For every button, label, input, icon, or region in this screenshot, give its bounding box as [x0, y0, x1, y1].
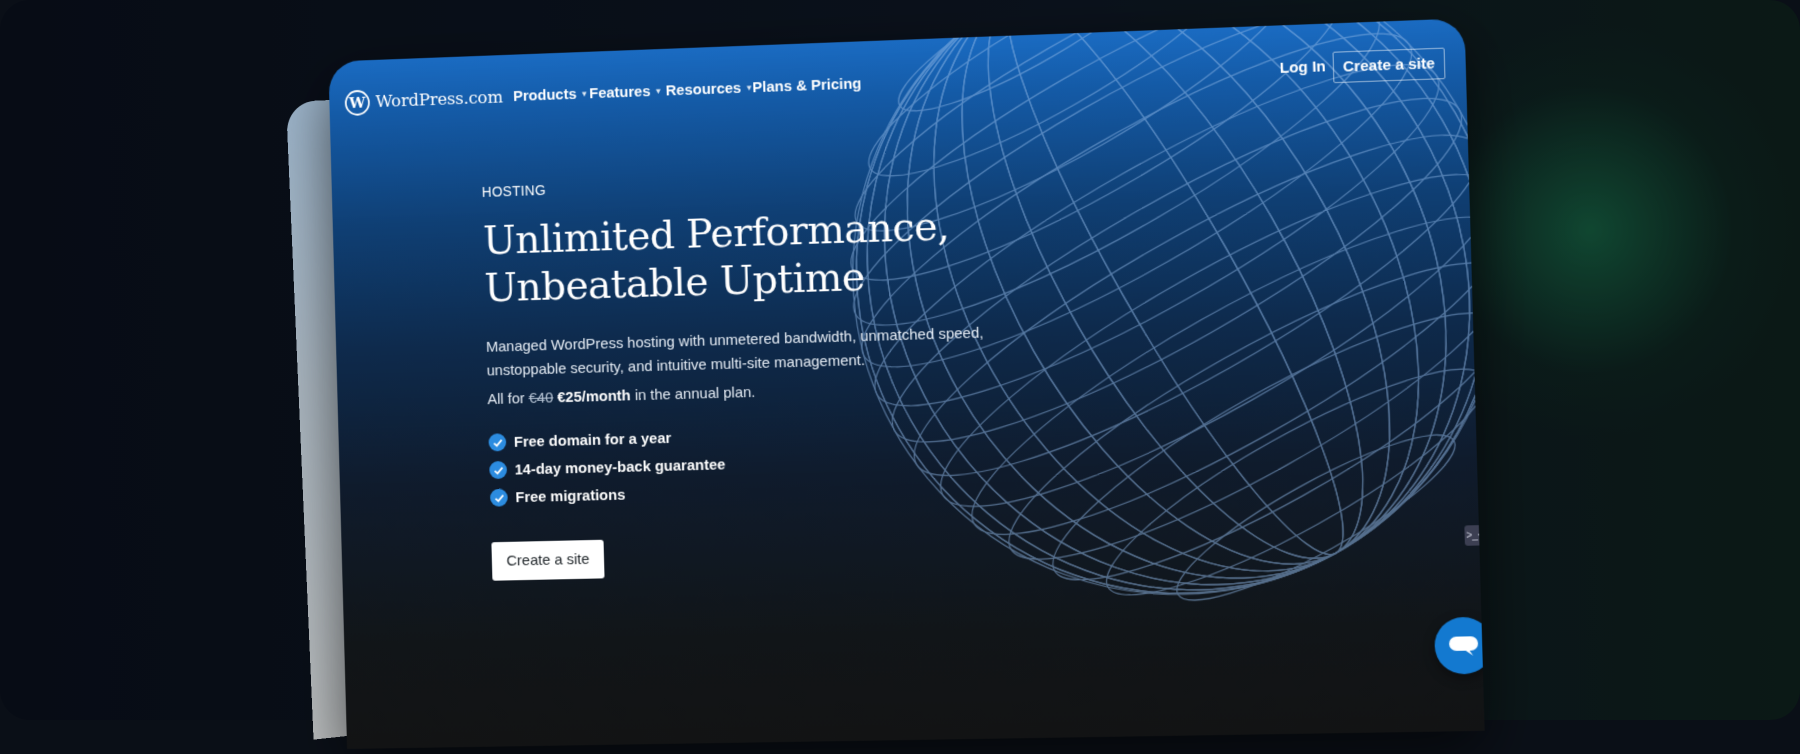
caret-down-icon: ▼: [580, 89, 589, 99]
price-prefix: All for: [487, 390, 525, 409]
nav-resources[interactable]: Resources ▼: [665, 79, 753, 100]
nav-products-label: Products: [512, 85, 577, 106]
checkmark-icon: [489, 488, 508, 507]
logo-text: WordPress.com: [375, 87, 504, 113]
hero-headline: Unlimited Performance, Unbeatable Uptime: [482, 199, 1038, 312]
wordpress-w-icon: W: [344, 90, 370, 116]
headline-line-2: Unbeatable Uptime: [483, 254, 866, 312]
login-link[interactable]: Log In: [1279, 58, 1326, 77]
hero-section: HOSTING Unlimited Performance, Unbeatabl…: [481, 165, 1047, 581]
svg-text:W: W: [348, 95, 366, 113]
chat-bubble-icon: [1448, 636, 1479, 656]
wordpress-page: W WordPress.com Products ▼ Features ▼ Re…: [328, 18, 1485, 749]
feature-item: 14-day money-back guarantee: [489, 447, 1043, 480]
nav-products[interactable]: Products ▼: [513, 85, 588, 105]
nav-features-label: Features: [589, 83, 651, 103]
nav-plans-pricing[interactable]: Plans & Pricing: [752, 75, 862, 96]
nav-resources-label: Resources: [665, 79, 742, 100]
tilted-screen: W WordPress.com Products ▼ Features ▼ Re…: [18, 0, 1800, 749]
nav-plans-pricing-label: Plans & Pricing: [752, 75, 862, 97]
checkmark-icon: [488, 433, 507, 452]
price-new: €25/month: [557, 387, 631, 407]
hero-eyebrow: HOSTING: [481, 181, 547, 200]
chat-button[interactable]: [1433, 616, 1485, 675]
feature-item: Free domain for a year: [488, 419, 1042, 452]
hero-create-site-button[interactable]: Create a site: [491, 539, 605, 581]
price-old: €40: [528, 389, 554, 407]
feature-item: Free migrations: [489, 476, 1044, 507]
nav-features[interactable]: Features ▼: [589, 83, 663, 103]
checkmark-icon: [489, 460, 508, 480]
feature-label: 14-day money-back guarantee: [514, 455, 726, 478]
nav-create-site-button[interactable]: Create a site: [1332, 47, 1446, 84]
wordpress-logo[interactable]: W WordPress.com: [344, 85, 503, 116]
headline-line-1: Unlimited Performance,: [482, 203, 950, 265]
feature-label: Free domain for a year: [513, 429, 672, 451]
caret-down-icon: ▼: [654, 86, 663, 96]
hero-subcopy: Managed WordPress hosting with unmetered…: [485, 324, 984, 380]
price-suffix: in the annual plan.: [634, 383, 756, 405]
globe-parallel: [1161, 410, 1471, 611]
devtools-icon[interactable]: >_<: [1464, 524, 1485, 546]
feature-label: Free migrations: [515, 486, 626, 506]
